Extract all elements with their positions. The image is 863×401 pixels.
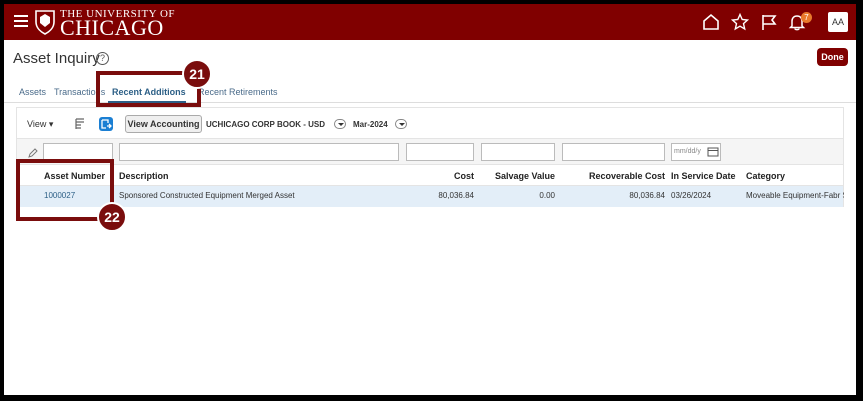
table-toolbar: View ▾ View Accounting UCHICAGO CORP BOO… <box>17 108 843 138</box>
book-dropdown-icon[interactable] <box>334 119 346 129</box>
help-icon[interactable]: ? <box>96 52 109 65</box>
done-button[interactable]: Done <box>817 48 848 66</box>
user-avatar[interactable]: AA <box>828 12 848 32</box>
book-selector-value: UCHICAGO CORP BOOK - USD <box>206 120 325 129</box>
asset-recoverable-cost: 80,036.84 <box>629 191 665 200</box>
filter-description[interactable] <box>119 143 399 161</box>
callout-21: 21 <box>182 59 212 89</box>
favorites-star-icon[interactable] <box>731 13 749 31</box>
callout-22: 22 <box>97 202 127 232</box>
top-bar: THE UNIVERSITY OF CHICAGO 7 AA <box>4 4 856 40</box>
export-icon[interactable] <box>99 117 113 131</box>
view-menu[interactable]: View ▾ <box>27 119 53 130</box>
asset-description: Sponsored Constructed Equipment Merged A… <box>119 191 295 200</box>
asset-cost: 80,036.84 <box>438 191 474 200</box>
app-window: THE UNIVERSITY OF CHICAGO 7 AA Asset Inq… <box>4 4 856 395</box>
asset-category: Moveable Equipment-Fabr S <box>746 191 844 200</box>
menu-icon[interactable] <box>14 15 28 27</box>
asset-in-service-date: 03/26/2024 <box>671 191 712 200</box>
tab-assets[interactable]: Assets <box>19 87 46 97</box>
logo-text-main: CHICAGO <box>60 15 164 40</box>
query-by-example-row: mm/dd/y <box>17 138 843 164</box>
university-shield-icon <box>35 10 55 35</box>
table-row[interactable]: 1000027 Sponsored Constructed Equipment … <box>17 186 844 207</box>
pencil-icon <box>28 148 38 158</box>
results-panel: View ▾ View Accounting UCHICAGO CORP BOO… <box>16 107 844 207</box>
page-title: Asset Inquiry <box>13 50 100 67</box>
flag-icon[interactable] <box>760 13 778 31</box>
filter-cost[interactable] <box>406 143 474 161</box>
filter-recoverable-cost[interactable] <box>562 143 665 161</box>
column-header-description[interactable]: Description <box>119 171 169 181</box>
period-dropdown-icon[interactable] <box>395 119 407 129</box>
column-header-salvage-value[interactable]: Salvage Value <box>481 171 555 181</box>
period-selector-value: Mar-2024 <box>353 120 388 129</box>
home-icon[interactable] <box>702 13 720 31</box>
asset-salvage-value: 0.00 <box>539 191 555 200</box>
table-header: Asset Number Description Cost Salvage Va… <box>17 164 843 186</box>
column-header-in-service-date[interactable]: In Service Date <box>671 171 736 181</box>
filter-salvage-value[interactable] <box>481 143 555 161</box>
tab-recent-retirements[interactable]: Recent Retirements <box>198 87 278 97</box>
calendar-icon[interactable] <box>707 146 719 157</box>
view-accounting-button[interactable]: View Accounting <box>125 115 202 133</box>
column-header-category[interactable]: Category <box>746 171 785 181</box>
notification-count-badge: 7 <box>801 12 812 23</box>
column-header-recoverable-cost[interactable]: Recoverable Cost <box>562 171 665 181</box>
column-header-cost[interactable]: Cost <box>415 171 474 181</box>
freeze-columns-icon[interactable] <box>73 117 87 131</box>
